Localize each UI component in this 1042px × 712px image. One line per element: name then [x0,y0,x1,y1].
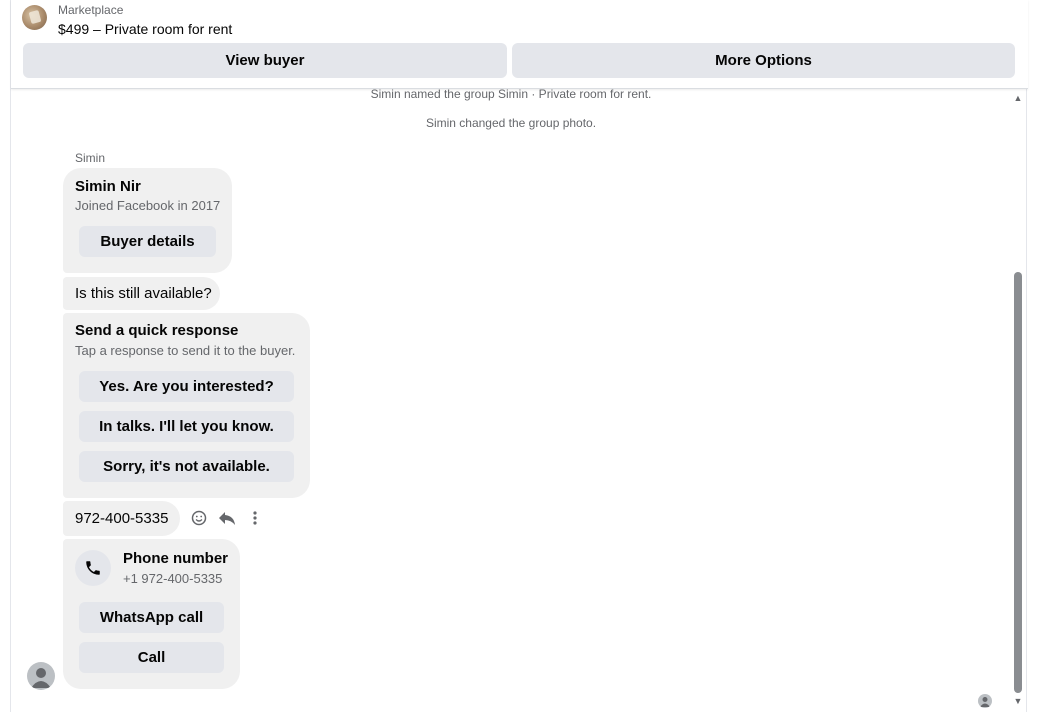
profile-name: Simin Nir [75,178,141,195]
phone-card-number: +1 972-400-5335 [123,571,223,586]
smiley-icon[interactable] [189,508,209,528]
whatsapp-call-button[interactable]: WhatsApp call [79,602,224,633]
phone-message-text: 972-400-5335 [75,510,169,527]
listing-title[interactable]: $499 – Private room for rent [58,21,232,37]
phone-card-bubble: Phone number +1 972-400-5335 WhatsApp ca… [63,539,240,689]
profile-joined-text: Joined Facebook in 2017 [75,198,221,213]
view-buyer-button[interactable]: View buyer [23,43,507,78]
marketplace-label: Marketplace [58,3,124,17]
listing-thumbnail[interactable] [22,5,47,30]
phone-card-title: Phone number [123,550,229,567]
scrollbar-thumb[interactable] [1014,272,1022,693]
message-text: Is this still available? [75,285,212,302]
quick-response-in-talks-button[interactable]: In talks. I'll let you know. [79,411,294,442]
profile-card-bubble: Simin Nir Joined Facebook in 2017 Buyer … [63,168,232,273]
message-bubble: Is this still available? [63,277,220,310]
quick-response-title: Send a quick response [75,322,239,339]
more-options-button[interactable]: More Options [512,43,1015,78]
system-message-rename: Simin named the group Simin · Private ro… [370,87,652,101]
scroll-down-arrow-icon[interactable]: ▼ [1012,696,1024,706]
phone-icon [75,550,111,586]
system-message-photo: Simin changed the group photo. [425,116,597,130]
reply-icon[interactable] [217,508,237,528]
seen-receipt-avatar [978,694,992,708]
avatar[interactable] [27,662,55,690]
scroll-up-arrow-icon[interactable]: ▲ [1012,93,1024,103]
quick-response-subtitle: Tap a response to send it to the buyer. [75,343,296,358]
phone-message-bubble[interactable]: 972-400-5335 [63,501,180,536]
buyer-details-button[interactable]: Buyer details [79,226,216,257]
more-vertical-icon[interactable] [245,508,265,528]
quick-response-yes-button[interactable]: Yes. Are you interested? [79,371,294,402]
call-button[interactable]: Call [79,642,224,673]
quick-response-bubble: Send a quick response Tap a response to … [63,313,310,498]
sender-name: Simin [75,151,106,165]
chat-header: Marketplace $499 – Private room for rent… [11,0,1028,89]
chat-window: Marketplace $499 – Private room for rent… [10,0,1028,712]
quick-response-not-available-button[interactable]: Sorry, it's not available. [79,451,294,482]
